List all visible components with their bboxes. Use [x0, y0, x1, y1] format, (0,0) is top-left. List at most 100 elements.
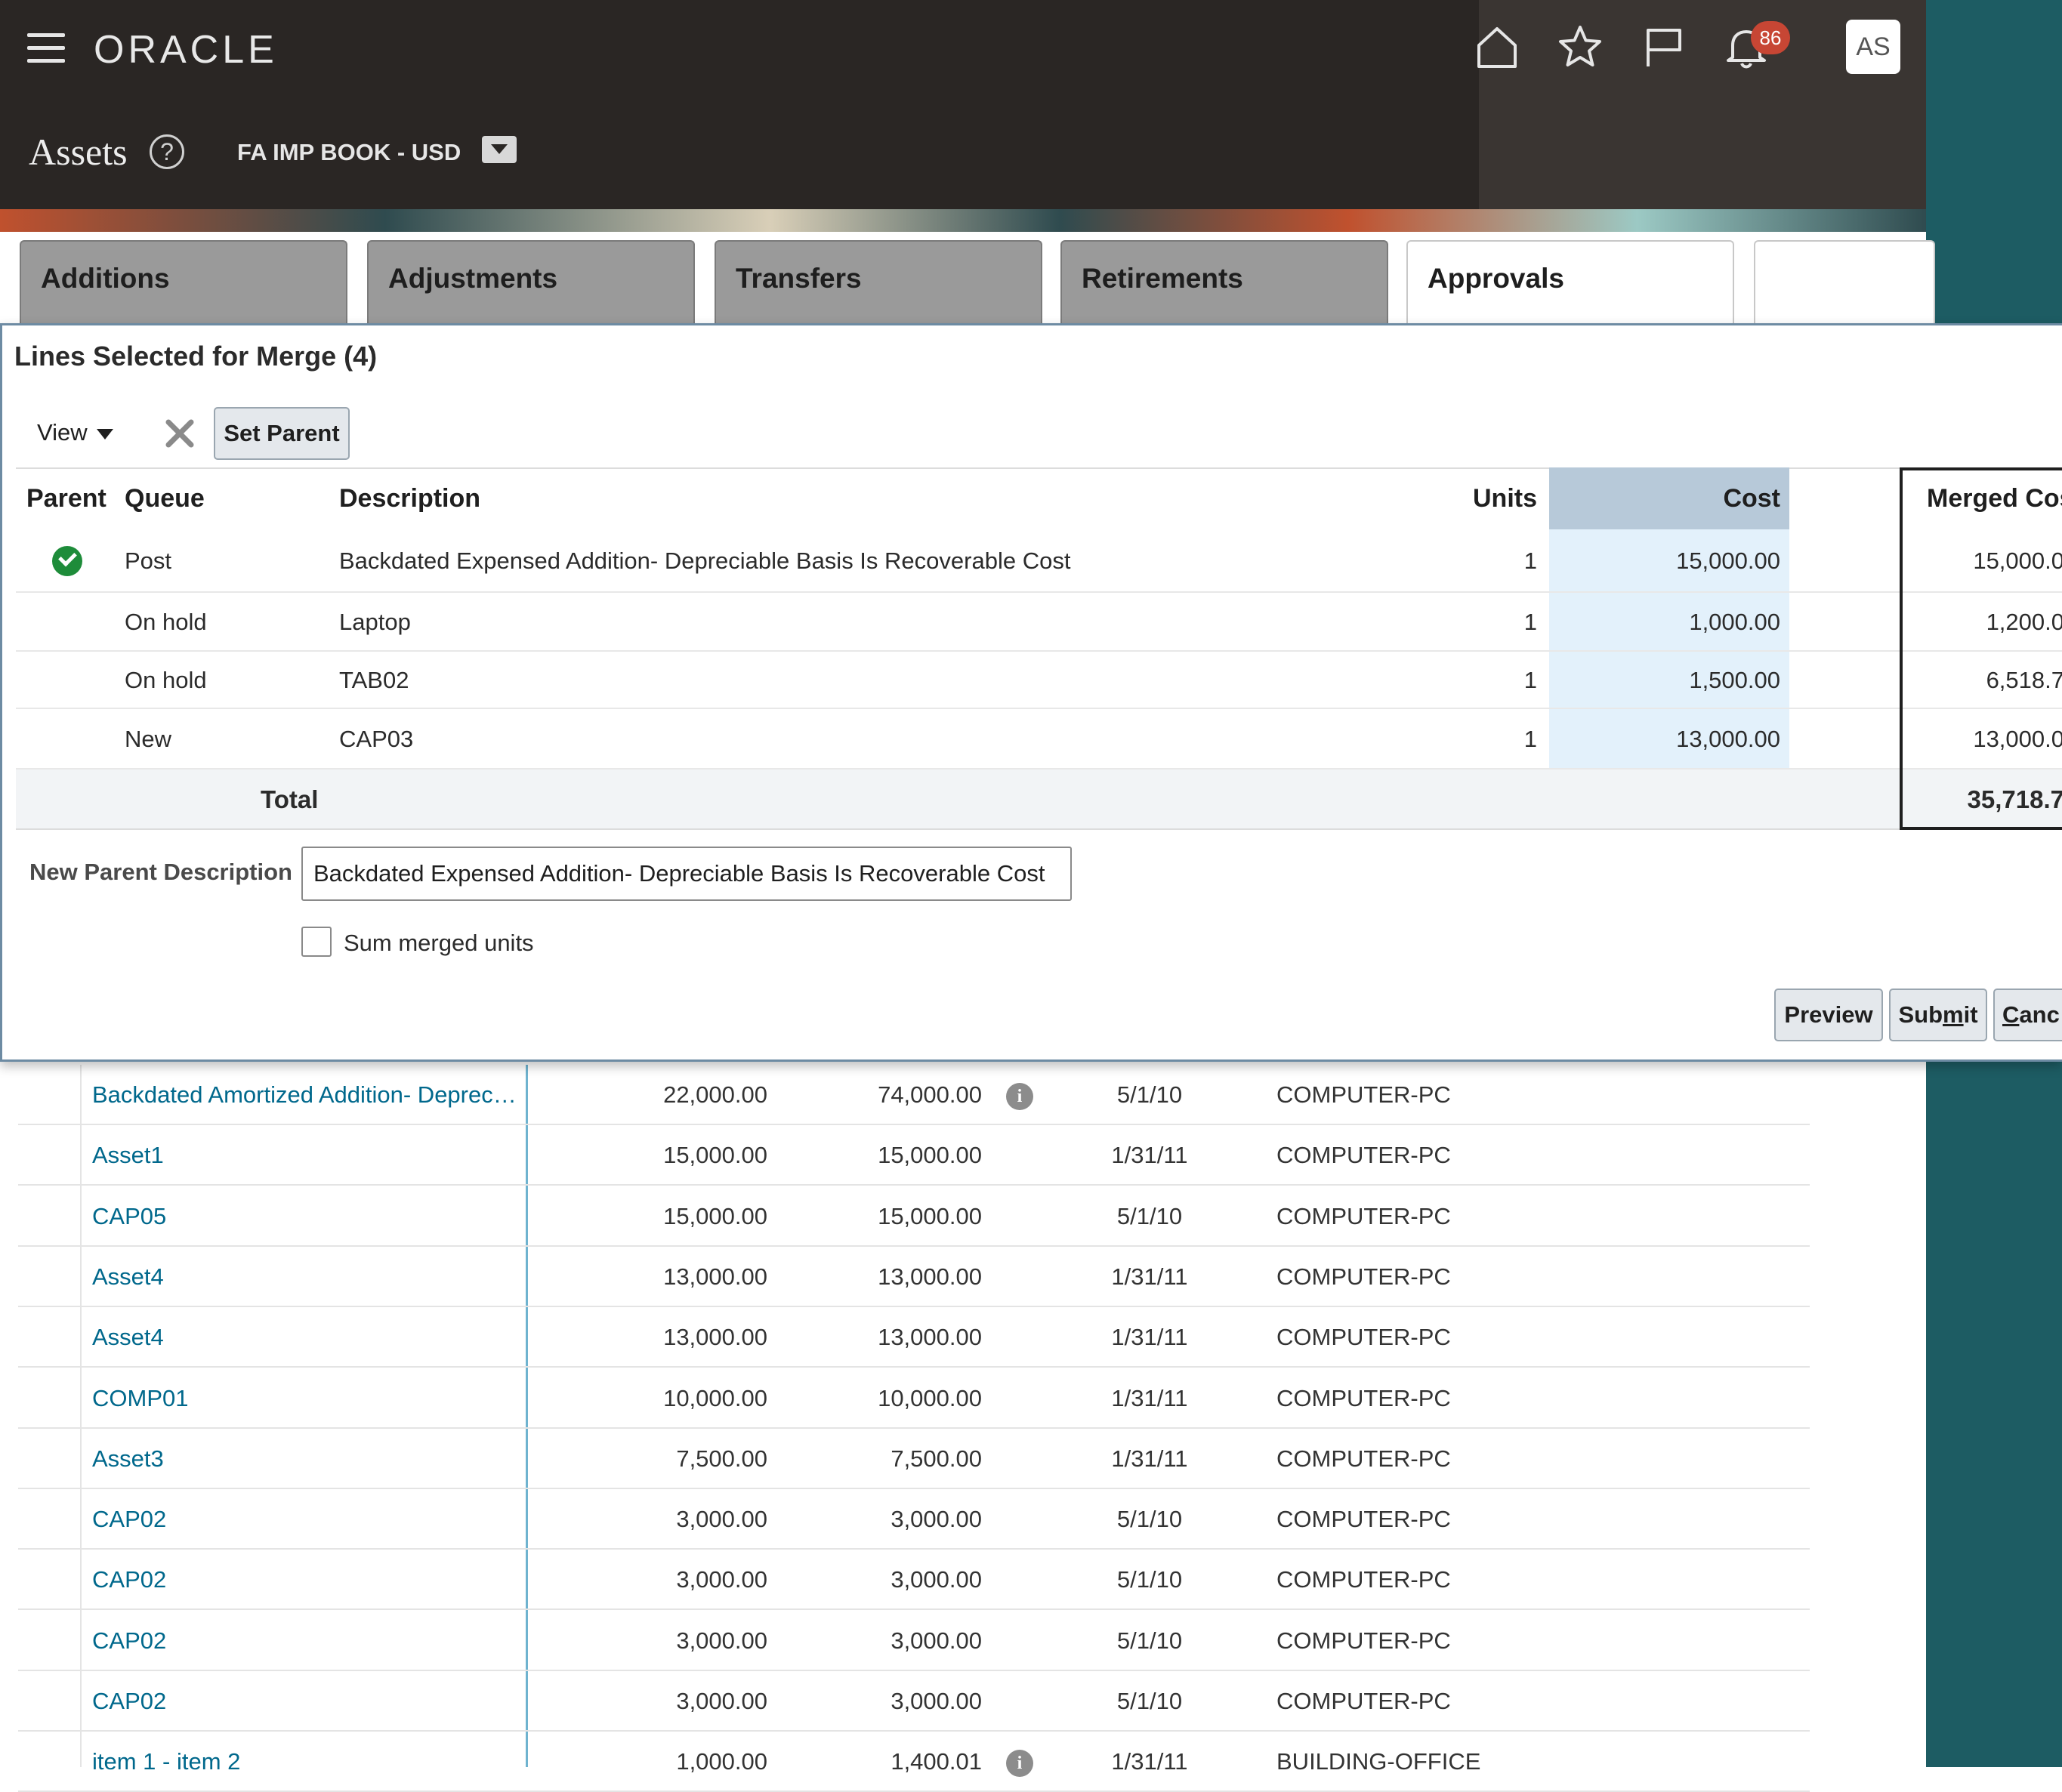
recoverable-cost-cell: 74,000.00 — [878, 1081, 982, 1108]
date-cell: 5/1/10 — [1116, 1081, 1183, 1108]
merge-line-row[interactable]: Post Backdated Expensed Addition- Depreci… — [16, 529, 2062, 593]
asset-link[interactable]: Asset4 — [92, 1247, 164, 1307]
set-parent-button[interactable]: Set Parent — [214, 407, 350, 460]
preview-button[interactable]: Preview — [1774, 989, 1883, 1041]
user-avatar[interactable]: AS — [1846, 20, 1900, 74]
queue-cell: Post — [125, 547, 172, 574]
queue-cell: On hold — [125, 667, 207, 693]
merge-line-row[interactable]: New CAP03 1 13,000.00 13,000.0 — [16, 709, 2062, 770]
merge-line-row[interactable]: On hold Laptop 1 1,000.00 1,200.0 — [16, 593, 2062, 652]
view-caret-icon — [96, 428, 113, 440]
asset-list-row[interactable]: CAP05 15,000.00 15,000.00 5/1/10 COMPUTER-PC — [18, 1186, 1810, 1247]
cost-cell: 7,500.00 — [676, 1445, 767, 1472]
asset-list-row[interactable]: Asset4 13,000.00 13,000.00 1/31/11 COMPUTER-… — [18, 1307, 1810, 1368]
description-cell: Backdated Expensed Addition- Depreciable… — [339, 547, 1071, 574]
asset-list-row[interactable]: CAP02 3,000.00 3,000.00 5/1/10 COMPUTER-PC — [18, 1550, 1810, 1610]
recoverable-cost-cell: 3,000.00 — [891, 1506, 982, 1532]
asset-list-row[interactable]: CAP02 3,000.00 3,000.00 5/1/10 COMPUTER-PC — [18, 1611, 1810, 1671]
decorative-banner — [0, 209, 1926, 232]
new-parent-description-input[interactable] — [301, 847, 1072, 901]
date-cell: 1/31/11 — [1111, 1142, 1188, 1168]
asset-list-row[interactable]: Backdated Amortized Addition- Deprec… 22,… — [18, 1065, 1810, 1125]
menu-icon[interactable] — [27, 33, 65, 63]
asset-link[interactable]: COMP01 — [92, 1368, 188, 1429]
page-title: Assets — [29, 131, 128, 173]
submit-button[interactable]: Submit — [1889, 989, 1987, 1041]
view-menu-label: View — [37, 419, 88, 446]
asset-list-row[interactable]: Asset1 15,000.00 15,000.00 1/31/11 COMPUTER-… — [18, 1125, 1810, 1186]
asset-list-row[interactable]: item 1 - item 2 1,000.00 1,400.01 1/31/11 BU… — [18, 1732, 1810, 1792]
asset-link[interactable]: CAP02 — [92, 1550, 166, 1610]
units-cell: 1 — [1523, 726, 1537, 752]
tab-additions[interactable]: Additions — [20, 240, 347, 323]
cost-cell: 15,000.00 — [1676, 547, 1780, 574]
asset-link[interactable]: Asset4 — [92, 1307, 164, 1368]
col-header-parent: Parent — [26, 484, 106, 513]
oracle-logo: ORACLE — [94, 28, 278, 72]
asset-link[interactable]: item 1 - item 2 — [92, 1732, 240, 1792]
cost-cell: 1,000.00 — [676, 1748, 767, 1775]
sum-merged-units-checkbox[interactable] — [301, 927, 332, 957]
asset-link[interactable]: CAP02 — [92, 1611, 166, 1671]
category-cell: COMPUTER-PC — [1276, 1324, 1451, 1350]
tab-approvals[interactable]: Approvals — [1406, 240, 1734, 323]
total-label: Total — [261, 785, 319, 813]
recoverable-cost-cell: 1,400.01 — [891, 1748, 982, 1775]
asset-list-row[interactable]: CAP02 3,000.00 3,000.00 5/1/10 COMPUTER-PC — [18, 1489, 1810, 1550]
category-cell: COMPUTER-PC — [1276, 1688, 1451, 1714]
asset-list-row[interactable]: CAP02 3,000.00 3,000.00 5/1/10 COMPUTER-PC — [18, 1671, 1810, 1732]
category-cell: COMPUTER-PC — [1276, 1566, 1451, 1593]
col-header-units: Units — [1473, 484, 1537, 513]
help-icon[interactable]: ? — [150, 134, 184, 169]
notification-count-badge: 86 — [1751, 21, 1790, 54]
recoverable-cost-cell: 3,000.00 — [891, 1627, 982, 1654]
asset-list-row[interactable]: Asset4 13,000.00 13,000.00 1/31/11 COMPUTER-… — [18, 1247, 1810, 1307]
tab-retirements[interactable]: Retirements — [1060, 240, 1388, 323]
date-cell: 5/1/10 — [1116, 1506, 1183, 1532]
description-cell: Laptop — [339, 609, 411, 635]
date-cell: 5/1/10 — [1116, 1627, 1183, 1654]
merge-line-row[interactable]: On hold TAB02 1 1,500.00 6,518.7 — [16, 652, 2062, 709]
cancel-button[interactable]: Canc — [1993, 989, 2062, 1041]
date-cell: 1/31/11 — [1111, 1385, 1188, 1411]
asset-link[interactable]: CAP05 — [92, 1186, 166, 1247]
asset-list-row[interactable]: COMP01 10,000.00 10,000.00 1/31/11 COMPUTER-… — [18, 1368, 1810, 1429]
cost-cell: 3,000.00 — [676, 1506, 767, 1532]
info-icon[interactable]: i — [1006, 1083, 1033, 1110]
merge-lines-dialog: Lines Selected for Merge (4) View Set Pa… — [0, 323, 2062, 1062]
category-cell: COMPUTER-PC — [1276, 1142, 1451, 1168]
cost-cell: 15,000.00 — [663, 1203, 767, 1229]
flag-icon[interactable] — [1639, 23, 1687, 71]
home-icon[interactable] — [1473, 23, 1521, 71]
queue-cell: On hold — [125, 609, 207, 635]
tab-overflow[interactable] — [1754, 240, 1935, 323]
dialog-title: Lines Selected for Merge (4) — [14, 341, 378, 372]
queue-cell: New — [125, 726, 172, 752]
date-cell: 5/1/10 — [1116, 1566, 1183, 1593]
book-selector-label: FA IMP BOOK - USD — [237, 139, 461, 165]
tab-adjustments[interactable]: Adjustments — [367, 240, 695, 323]
asset-link[interactable]: CAP02 — [92, 1671, 166, 1732]
recoverable-cost-cell: 3,000.00 — [891, 1566, 982, 1593]
tab-transfers[interactable]: Transfers — [715, 240, 1042, 323]
asset-link[interactable]: Backdated Amortized Addition- Deprec… — [92, 1065, 517, 1125]
merged-cost-column-highlight — [1900, 467, 2062, 830]
view-menu[interactable]: View — [37, 419, 113, 446]
favorites-star-icon[interactable] — [1556, 23, 1604, 71]
asset-link[interactable]: Asset1 — [92, 1125, 164, 1186]
asset-link[interactable]: Asset3 — [92, 1429, 164, 1489]
book-dropdown-icon[interactable] — [482, 136, 517, 163]
recoverable-cost-cell: 3,000.00 — [891, 1688, 982, 1714]
total-row: Total 35,718.7 — [16, 770, 2062, 830]
recoverable-cost-cell: 10,000.00 — [878, 1385, 982, 1411]
info-icon[interactable]: i — [1006, 1750, 1033, 1777]
asset-link[interactable]: CAP02 — [92, 1489, 166, 1550]
date-cell: 1/31/11 — [1111, 1445, 1188, 1472]
category-cell: BUILDING-OFFICE — [1276, 1748, 1481, 1775]
cost-cell: 10,000.00 — [663, 1385, 767, 1411]
date-cell: 1/31/11 — [1111, 1263, 1188, 1290]
asset-list-row[interactable]: Asset3 7,500.00 7,500.00 1/31/11 COMPUTER-PC — [18, 1429, 1810, 1489]
cost-cell: 15,000.00 — [663, 1142, 767, 1168]
remove-line-icon[interactable] — [162, 416, 197, 451]
col-header-cost[interactable]: Cost — [1549, 467, 1780, 529]
